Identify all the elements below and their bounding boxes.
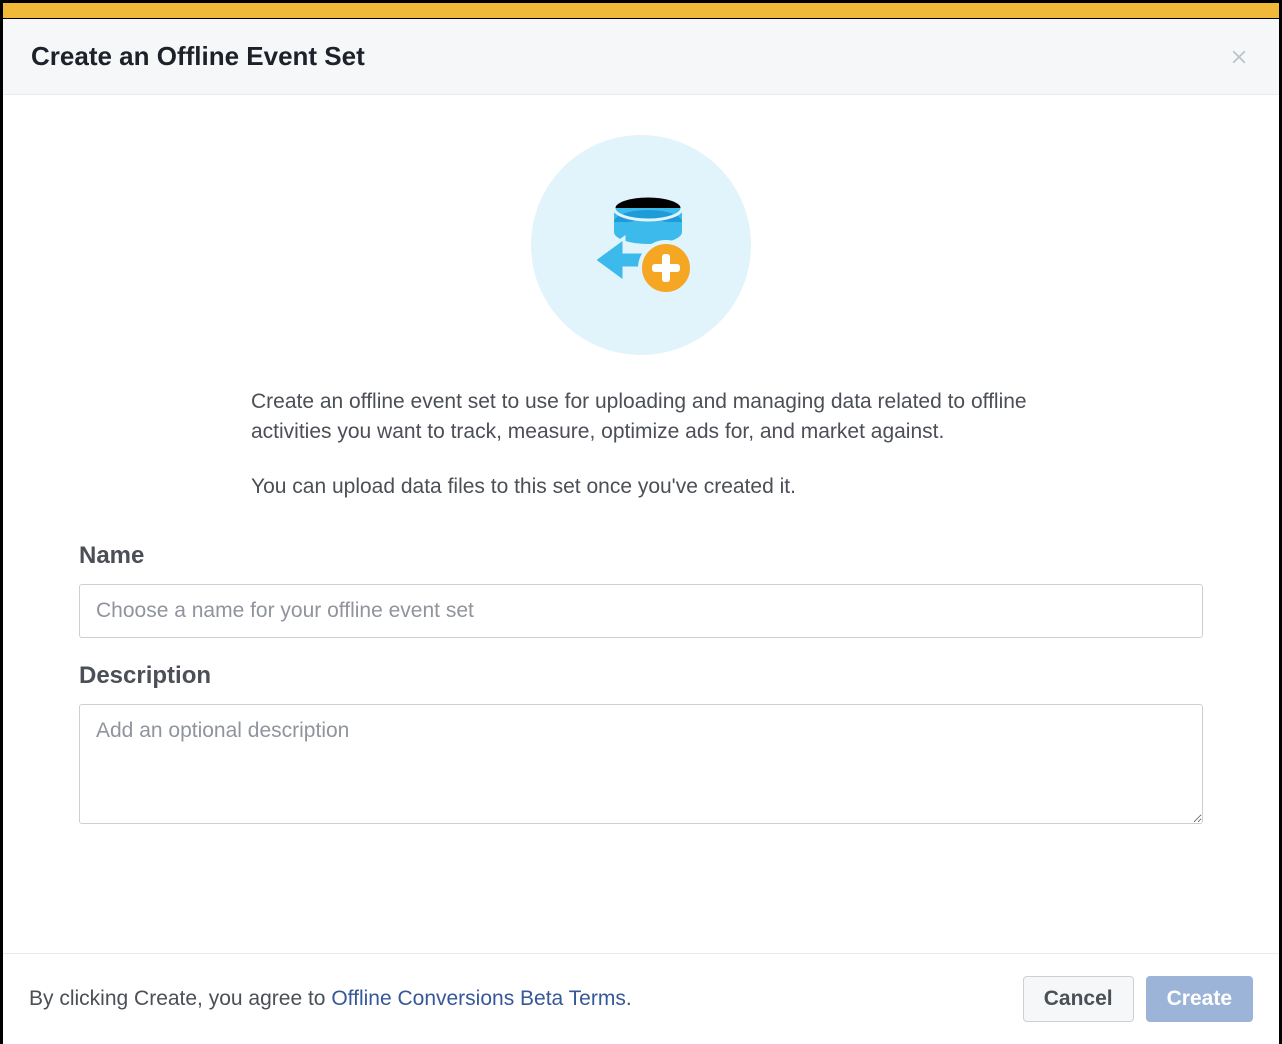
- dialog-header: Create an Offline Event Set: [3, 19, 1279, 95]
- hero-section: Create an offline event set to use for u…: [79, 135, 1203, 502]
- terms-suffix: .: [626, 987, 632, 1010]
- name-input[interactable]: [79, 584, 1203, 638]
- close-icon[interactable]: [1227, 45, 1251, 69]
- intro-text: Create an offline event set to use for u…: [251, 387, 1031, 502]
- terms-text: By clicking Create, you agree to Offline…: [29, 987, 632, 1011]
- create-button[interactable]: Create: [1146, 976, 1253, 1022]
- name-label: Name: [79, 542, 1203, 570]
- footer-buttons: Cancel Create: [1023, 976, 1253, 1022]
- dialog-footer: By clicking Create, you agree to Offline…: [3, 953, 1279, 1044]
- terms-prefix: By clicking Create, you agree to: [29, 987, 331, 1010]
- cancel-button[interactable]: Cancel: [1023, 976, 1134, 1022]
- intro-paragraph-1: Create an offline event set to use for u…: [251, 387, 1031, 448]
- dialog-title: Create an Offline Event Set: [31, 41, 365, 72]
- intro-paragraph-2: You can upload data files to this set on…: [251, 472, 1031, 502]
- database-upload-icon: [531, 135, 751, 355]
- description-input[interactable]: [79, 704, 1203, 824]
- description-label: Description: [79, 662, 1203, 690]
- dialog-content: Create an offline event set to use for u…: [3, 95, 1279, 829]
- top-accent-bar: [3, 3, 1279, 19]
- form-section: Name Description: [79, 542, 1203, 829]
- terms-link[interactable]: Offline Conversions Beta Terms: [331, 987, 626, 1010]
